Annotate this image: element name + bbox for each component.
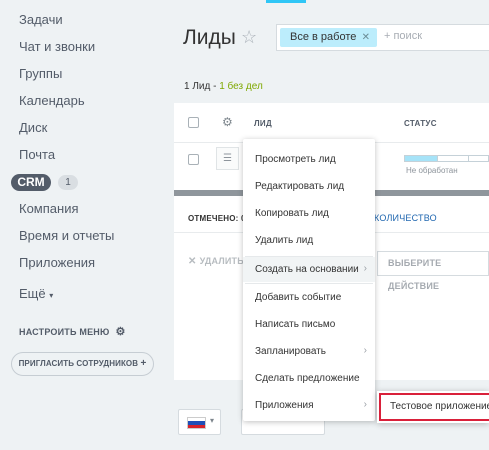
- action-select[interactable]: ВЫБЕРИТЕ ДЕЙСТВИЕ: [377, 251, 489, 291]
- menu-item-edit-lead[interactable]: Редактировать лид: [255, 181, 344, 192]
- sidebar-item-apps[interactable]: Приложения: [19, 255, 95, 270]
- chevron-right-icon: ›: [363, 263, 367, 274]
- close-icon[interactable]: ✕: [362, 28, 370, 47]
- sidebar-item-tasks[interactable]: Задачи: [19, 12, 63, 27]
- filter-search-box[interactable]: Все в работе ✕ + поиск: [276, 24, 489, 51]
- star-icon[interactable]: ☆: [241, 27, 257, 48]
- sidebar-item-more[interactable]: Ещё ▾: [19, 286, 53, 301]
- russian-flag-icon: [187, 417, 206, 429]
- plus-icon: +: [140, 358, 147, 369]
- grid-header: ⚙ ЛИД СТАТУС: [174, 103, 489, 143]
- column-header-lead[interactable]: ЛИД: [254, 119, 272, 128]
- invite-employees-button[interactable]: ПРИГЛАСИТЬ СОТРУДНИКОВ +: [11, 352, 154, 376]
- crm-count-badge: 1: [58, 175, 78, 190]
- select-all-checkbox[interactable]: [188, 117, 199, 128]
- chevron-right-icon: ›: [363, 399, 367, 410]
- sidebar-item-groups[interactable]: Группы: [19, 66, 62, 81]
- sidebar-item-disk[interactable]: Диск: [19, 120, 47, 135]
- filter-tag-label: Все в работе: [290, 31, 357, 43]
- row-context-menu: Просмотреть лид Редактировать лид Копиро…: [243, 139, 375, 421]
- menu-item-create-based-on[interactable]: Создать на основании: [255, 264, 359, 275]
- delete-label: УДАЛИТЬ: [199, 256, 244, 266]
- invite-label: ПРИГЛАСИТЬ СОТРУДНИКОВ: [18, 359, 139, 368]
- gear-icon: ⚙: [115, 326, 126, 338]
- more-label: Ещё: [19, 286, 46, 301]
- menu-item-make-offer[interactable]: Сделать предложение: [255, 373, 360, 384]
- sidebar-item-calendar[interactable]: Календарь: [19, 93, 85, 108]
- gear-icon[interactable]: ⚙: [222, 115, 233, 129]
- count-link[interactable]: КОЛИЧЕСТВО: [374, 213, 437, 223]
- sidebar-item-chat[interactable]: Чат и звонки: [19, 39, 95, 54]
- menu-item-copy-lead[interactable]: Копировать лид: [255, 208, 329, 219]
- menu-item-applications[interactable]: Приложения: [255, 400, 314, 411]
- configure-menu-label: НАСТРОИТЬ МЕНЮ: [19, 326, 110, 337]
- delete-button[interactable]: ✕ УДАЛИТЬ: [188, 256, 244, 267]
- status-segment-divider: [468, 156, 470, 161]
- hamburger-icon[interactable]: ☰: [216, 147, 239, 170]
- status-text: Не обработан: [406, 166, 458, 175]
- status-progress-fill: [405, 156, 437, 161]
- column-header-status[interactable]: СТАТУС: [404, 119, 437, 128]
- menu-item-delete-lead[interactable]: Удалить лид: [255, 235, 313, 246]
- leads-count: 1 Лид -: [184, 81, 217, 92]
- status-segment-divider: [436, 156, 438, 161]
- menu-item-write-email[interactable]: Написать письмо: [255, 319, 335, 330]
- no-deals-link[interactable]: 1 без дел: [219, 81, 263, 92]
- leads-counter: 1 Лид - 1 без дел: [184, 81, 263, 92]
- language-selector[interactable]: ▾: [178, 409, 221, 435]
- close-icon: ✕: [188, 256, 200, 267]
- sidebar-item-crm[interactable]: CRM: [11, 174, 51, 191]
- sidebar-item-mail[interactable]: Почта: [19, 147, 55, 162]
- sidebar-item-time-reports[interactable]: Время и отчеты: [19, 228, 114, 243]
- chevron-down-icon: ▾: [210, 416, 215, 425]
- active-tab-indicator: [266, 0, 306, 3]
- menu-separator: [245, 256, 373, 257]
- left-sidebar: Задачи Чат и звонки Группы Календарь Дис…: [0, 0, 174, 450]
- row-checkbox[interactable]: [188, 154, 199, 165]
- search-input[interactable]: + поиск: [384, 30, 422, 42]
- menu-item-schedule[interactable]: Запланировать: [255, 346, 326, 357]
- status-progress-bar[interactable]: [404, 155, 489, 162]
- submenu-item-test-app[interactable]: Тестовое приложение: [379, 393, 489, 421]
- menu-item-view-lead[interactable]: Просмотреть лид: [255, 154, 336, 165]
- menu-item-add-event[interactable]: Добавить событие: [255, 292, 341, 303]
- page-title: Лиды: [183, 26, 236, 49]
- chevron-down-icon: ▾: [49, 291, 54, 300]
- menu-separator: [245, 283, 373, 284]
- chevron-right-icon: ›: [363, 345, 367, 356]
- configure-menu-link[interactable]: НАСТРОИТЬ МЕНЮ ⚙: [19, 325, 126, 338]
- applications-submenu: Тестовое приложение: [377, 391, 489, 423]
- filter-tag[interactable]: Все в работе ✕: [280, 28, 377, 47]
- marked-count: ОТМЕЧЕНО: 0: [188, 214, 246, 223]
- sidebar-item-company[interactable]: Компания: [19, 201, 79, 216]
